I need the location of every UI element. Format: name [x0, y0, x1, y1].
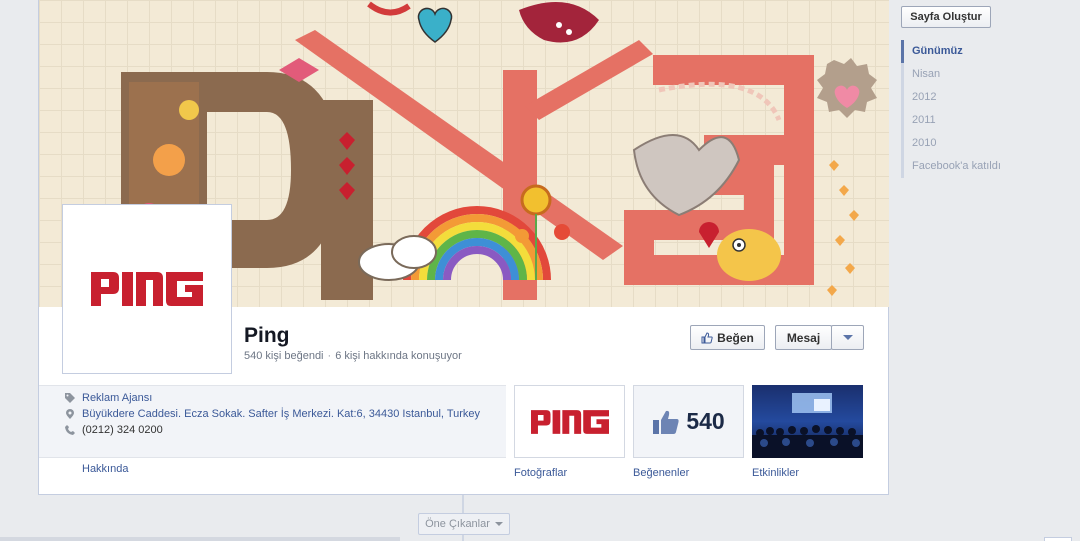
ping-logo-small: [530, 409, 609, 434]
bottom-right-panel-edge: [1044, 537, 1072, 541]
photos-app-thumbnail[interactable]: [514, 385, 625, 458]
chevron-down-icon: [842, 335, 853, 340]
thumbs-up-icon: [701, 331, 713, 343]
events-app-label[interactable]: Etkinlikler: [752, 467, 799, 479]
message-button-label: Mesaj: [786, 330, 821, 345]
message-button[interactable]: Mesaj: [775, 325, 832, 350]
highlights-label: Öne Çıkanlar: [425, 518, 490, 530]
scrubber-item-april[interactable]: Nisan: [901, 63, 1001, 86]
scrubber-item-joined[interactable]: Facebook'a katıldı: [901, 155, 1001, 178]
events-app-thumbnail[interactable]: [752, 385, 863, 458]
more-options-dropdown[interactable]: [831, 325, 864, 350]
chevron-down-icon: [494, 522, 503, 526]
about-category-text: Reklam Ajansı: [82, 392, 153, 404]
ping-logo-graphic: [91, 272, 203, 306]
likes-count: 540: [686, 408, 725, 434]
thumbs-up-icon: [653, 410, 679, 434]
about-phone: (0212) 324 0200: [65, 424, 163, 436]
about-category[interactable]: Reklam Ajansı: [65, 392, 152, 404]
event-photo: [752, 385, 863, 458]
about-address-text: Büyükdere Caddesi. Ecza Sokak. Safter İş…: [82, 408, 481, 420]
map-pin-icon: [66, 409, 74, 419]
scrubber-item-2010[interactable]: 2010: [901, 132, 1001, 155]
page-title: Ping: [244, 324, 290, 347]
likes-count-text[interactable]: 540 kişi beğendi: [244, 350, 324, 362]
like-button-label: Beğen: [717, 330, 754, 345]
ping-logo: [67, 209, 227, 369]
likes-app-label[interactable]: Beğenenler: [633, 467, 689, 479]
talking-about-text: 6 kişi hakkında konuşuyor: [335, 350, 462, 362]
page-stats: 540 kişi beğendi · 6 kişi hakkında konuş…: [244, 350, 462, 362]
bottom-panel-edge: [0, 537, 400, 541]
separator-dot: ·: [327, 350, 332, 362]
like-button[interactable]: Beğen: [690, 325, 765, 350]
about-phone-text: (0212) 324 0200: [82, 424, 163, 436]
profile-picture[interactable]: [62, 204, 232, 374]
about-address[interactable]: Büyükdere Caddesi. Ecza Sokak. Safter İş…: [65, 408, 480, 420]
photos-app-label[interactable]: Fotoğraflar: [514, 467, 567, 479]
page-header-card: Ping 540 kişi beğendi · 6 kişi hakkında …: [38, 0, 889, 495]
scrubber-item-now[interactable]: Günümüz: [901, 40, 1001, 63]
timeline-scrubber: Günümüz Nisan 2012 2011 2010 Facebook'a …: [901, 40, 1001, 178]
likes-app-thumbnail[interactable]: 540: [633, 385, 744, 458]
highlights-dropdown[interactable]: Öne Çıkanlar: [418, 513, 510, 535]
scrubber-item-2011[interactable]: 2011: [901, 109, 1001, 132]
create-page-button[interactable]: Sayfa Oluştur: [901, 6, 991, 28]
about-box: Reklam Ajansı Büyükdere Caddesi. Ecza So…: [39, 385, 506, 458]
tag-icon: [65, 393, 75, 403]
scrubber-item-2012[interactable]: 2012: [901, 86, 1001, 109]
phone-icon: [65, 425, 75, 435]
about-link[interactable]: Hakkında: [82, 463, 128, 475]
